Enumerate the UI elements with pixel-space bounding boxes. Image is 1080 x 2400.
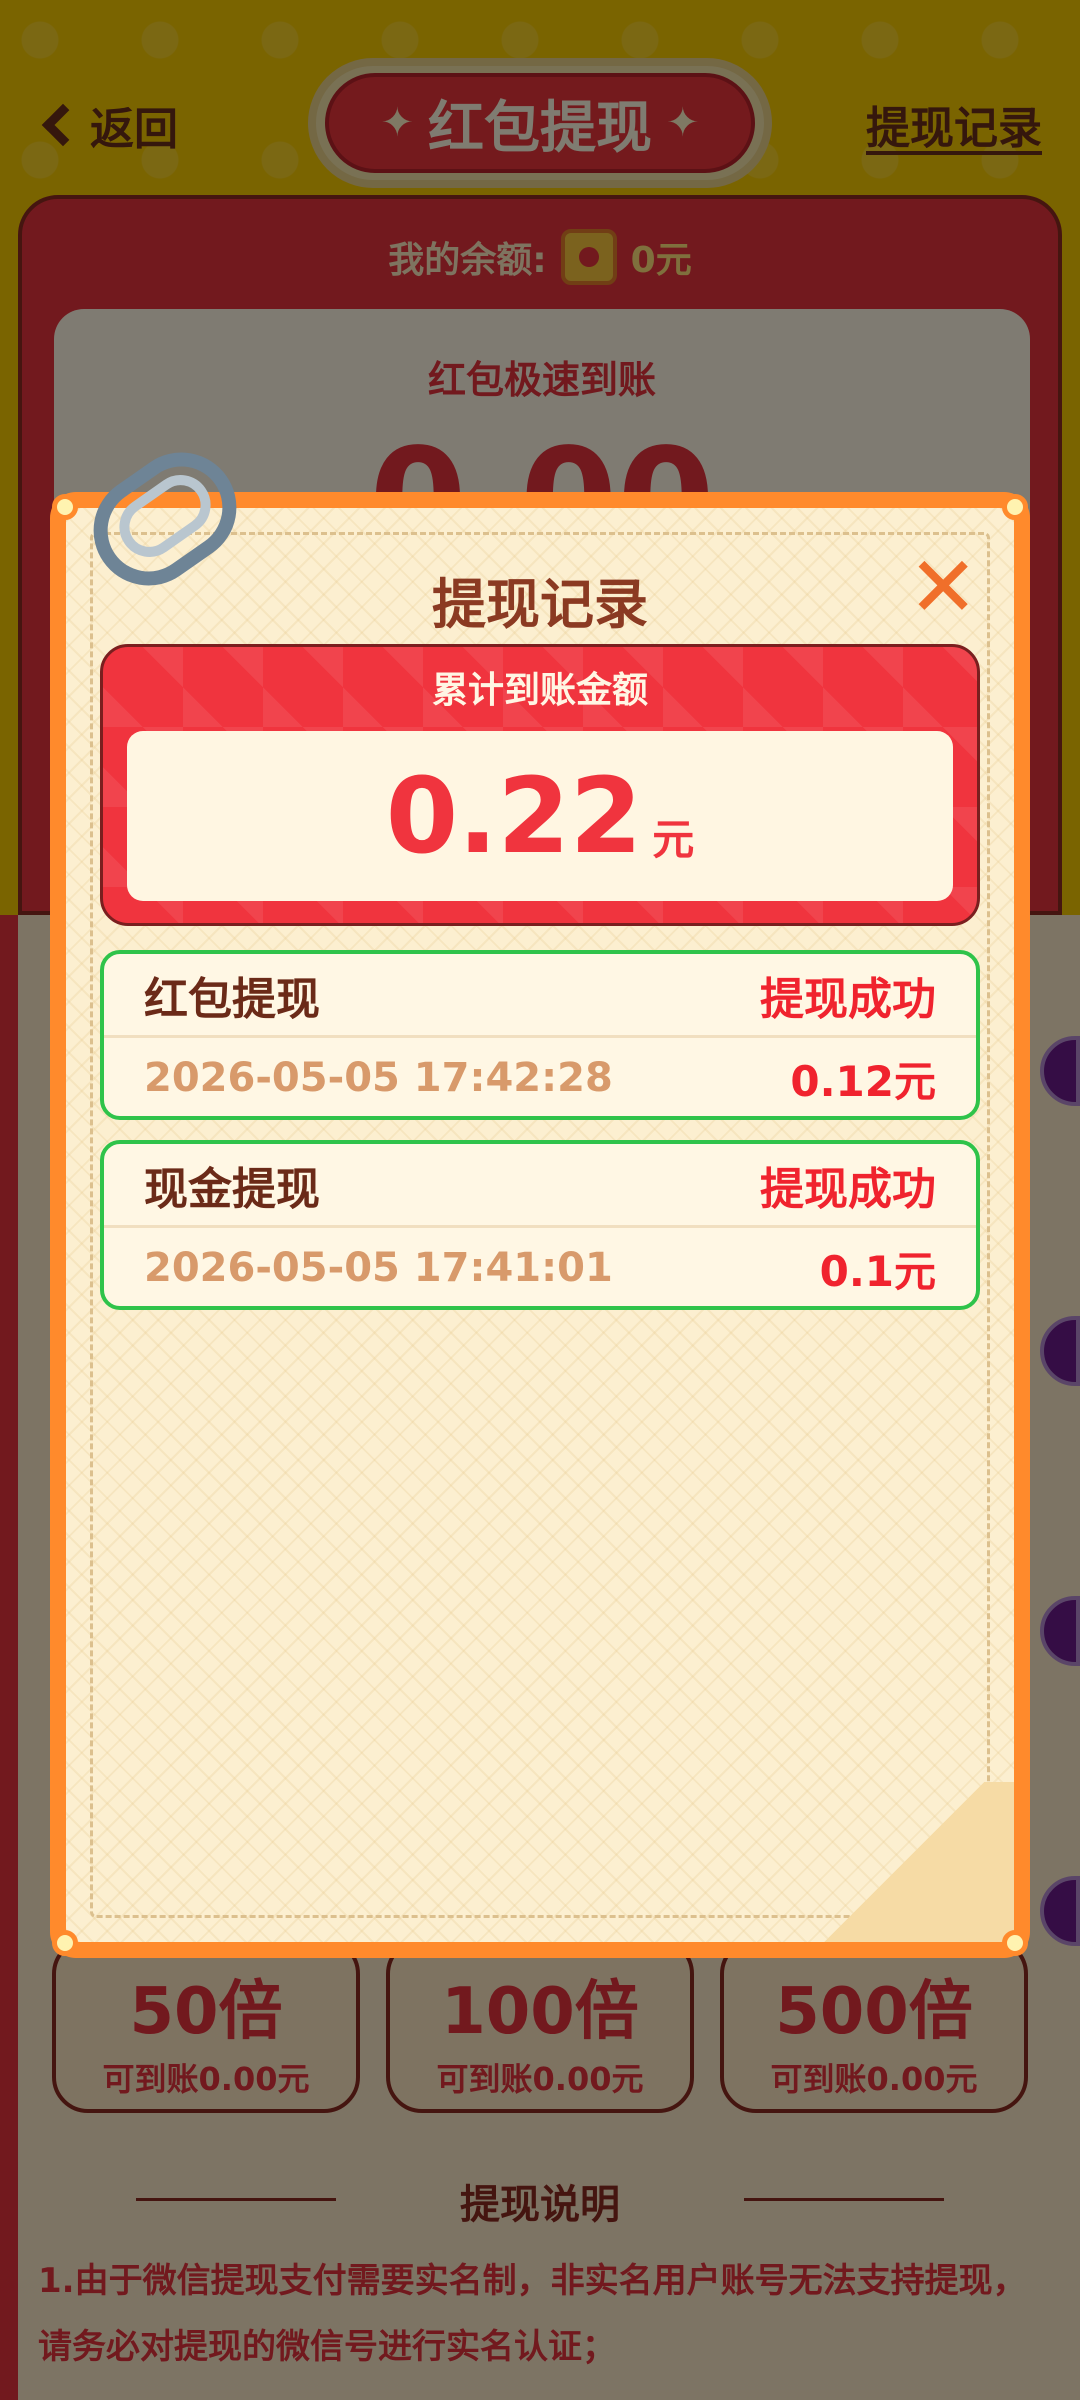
record-type: 现金提现	[144, 1163, 320, 1215]
total-unit: 元	[652, 814, 695, 864]
corner-dot	[1002, 494, 1028, 520]
record-item: 现金提现 提现成功 2026-05-05 17:41:01 0.1元	[100, 1140, 980, 1310]
page-fold	[794, 1782, 1014, 1942]
total-box: 累计到账金额 0.22 元	[100, 644, 980, 926]
corner-dot	[1002, 1930, 1028, 1956]
total-value: 0.22	[385, 755, 643, 877]
modal-body: 提现记录 ✕ 累计到账金额 0.22 元 红包提现 提现成功 2026-05-0…	[66, 508, 1014, 1942]
record-amount: 0.1元	[819, 1246, 936, 1296]
record-time: 2026-05-05 17:41:01	[144, 1245, 613, 1291]
records-modal: 提现记录 ✕ 累计到账金额 0.22 元 红包提现 提现成功 2026-05-0…	[50, 430, 1030, 1958]
record-type: 红包提现	[144, 973, 320, 1025]
modal-title: 提现记录	[432, 573, 648, 636]
corner-dot	[52, 1930, 78, 1956]
record-time: 2026-05-05 17:42:28	[144, 1055, 613, 1101]
corner-dot	[52, 494, 78, 520]
total-label: 累计到账金额	[431, 670, 648, 711]
record-status: 提现成功	[760, 973, 936, 1025]
record-item: 红包提现 提现成功 2026-05-05 17:42:28 0.12元	[100, 950, 980, 1120]
close-icon[interactable]: ✕	[908, 545, 978, 629]
record-amount: 0.12元	[790, 1056, 936, 1106]
total-amount-area: 0.22 元	[127, 731, 953, 901]
record-status: 提现成功	[760, 1163, 936, 1215]
